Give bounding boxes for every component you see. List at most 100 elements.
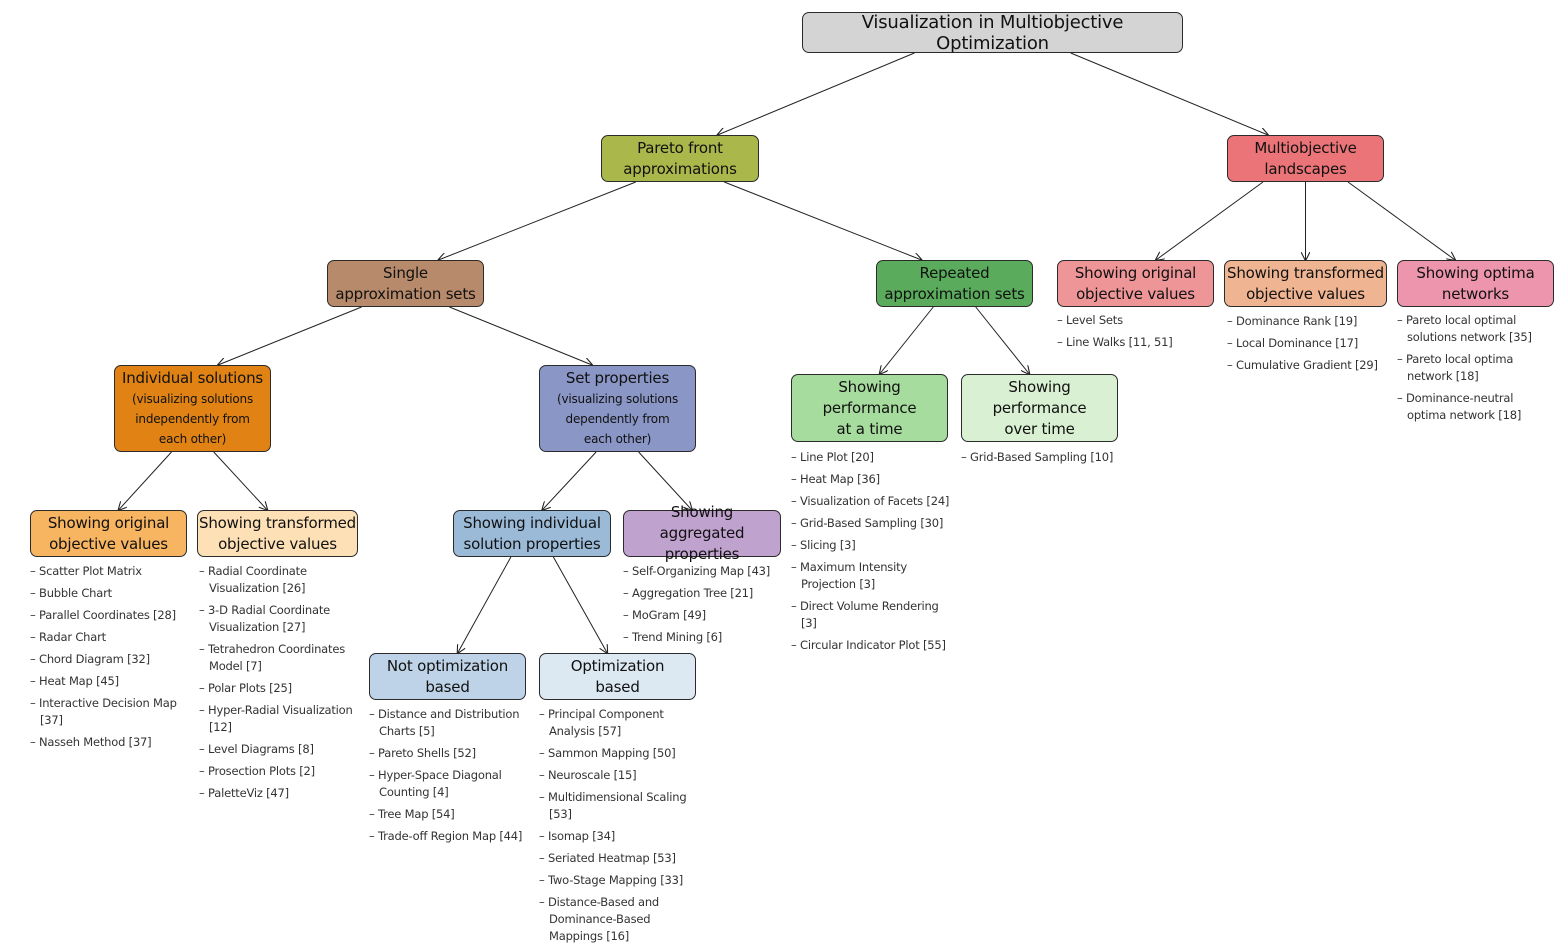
list-item: Hyper-Radial Visualization [12] — [199, 702, 364, 736]
list-item: Trade-off Region Map [44] — [369, 828, 529, 845]
list-item: Hyper-Space Diagonal Counting [4] — [369, 767, 529, 801]
node-single-approximation-sets: Single approximation sets — [327, 260, 484, 307]
list-item: Interactive Decision Map [37] — [30, 695, 190, 729]
list-item: Line Walks [11, 51] — [1057, 334, 1217, 351]
list-item: Cumulative Gradient [29] — [1227, 357, 1392, 374]
node-label: Showing performance at a time — [822, 377, 917, 438]
edge-single-to-individual — [218, 306, 362, 365]
node-label: Repeated approximation sets — [884, 263, 1025, 303]
list-item: Heat Map [45] — [30, 673, 190, 690]
list-sp-aggregated: Self-Organizing Map [43] Aggregation Tree… — [623, 563, 793, 651]
list-item: Pareto local optima network [18] — [1397, 351, 1537, 385]
node-not-optimization-based: Not optimization based — [369, 653, 526, 700]
list-item: Circular Indicator Plot [55] — [791, 637, 956, 654]
node-showing-original-objective-values: Showing original objective values — [30, 510, 187, 557]
node-landscape-showing-original-objective-values: Showing original objective values — [1057, 260, 1214, 307]
list-item: 3-D Radial Coordinate Visualization [27] — [199, 602, 364, 636]
node-sublabel: (visualizing solutions independently fro… — [131, 392, 254, 446]
list-ind-transformed: Radial Coordinate Visualization [26] 3-D … — [199, 563, 364, 807]
list-item: Nasseh Method [37] — [30, 734, 190, 751]
edge-individual-to-ind_transformed — [213, 451, 268, 510]
list-item: Dominance-neutral optima network [18] — [1397, 390, 1537, 424]
list-item: Isomap [34] — [539, 828, 689, 845]
list-performance-at-a-time: Line Plot [20] Heat Map [36] Visualization… — [791, 449, 956, 659]
list-item: Tetrahedron Coordinates Model [7] — [199, 641, 364, 675]
node-label: Showing original objective values — [1074, 263, 1197, 303]
edge-root-to-landscapes — [1070, 52, 1268, 135]
node-label: Not optimization based — [386, 656, 509, 696]
edge-single-to-setprops — [449, 306, 592, 365]
list-landscape-original: Level Sets Line Walks [11, 51] — [1057, 312, 1217, 356]
node-showing-optima-networks: Showing optima networks — [1397, 260, 1554, 307]
edge-repeated-to-perf_at — [880, 306, 934, 374]
list-item: Radial Coordinate Visualization [26] — [199, 563, 364, 597]
node-showing-aggregated-properties: Showing aggregated properties — [623, 503, 781, 563]
node-label: Optimization based — [570, 656, 665, 696]
edge-pareto-to-single — [438, 181, 636, 260]
list-item: Trend Mining [6] — [623, 629, 793, 646]
list-optimization-based: Principal Component Analysis [57] Sammon … — [539, 706, 689, 950]
node-label: Showing aggregated properties — [659, 503, 745, 563]
list-item: Direct Volume Rendering [3] — [791, 598, 956, 632]
list-item: Distance-Based and Dominance-Based Mappi… — [539, 894, 689, 945]
list-item: Parallel Coordinates [28] — [30, 607, 190, 624]
list-optima-networks: Pareto local optimal solutions network [… — [1397, 312, 1537, 429]
list-item: MoGram [49] — [623, 607, 793, 624]
list-item: Chord Diagram [32] — [30, 651, 190, 668]
node-label: Showing transformed objective values — [1227, 263, 1384, 303]
list-item: Pareto local optimal solutions network [… — [1397, 312, 1537, 346]
node-optimization-based: Optimization based — [539, 653, 696, 700]
root-node: Visualization in Multiobjective Optimiza… — [802, 11, 1183, 54]
list-item: Grid-Based Sampling [10] — [961, 449, 1131, 466]
list-item: Two-Stage Mapping [33] — [539, 872, 689, 889]
list-item: Scatter Plot Matrix — [30, 563, 190, 580]
list-item: Slicing [3] — [791, 537, 956, 554]
list-item: Local Dominance [17] — [1227, 335, 1392, 352]
list-item: Maximum Intensity Projection [3] — [791, 559, 956, 593]
list-item: Bubble Chart — [30, 585, 190, 602]
node-label: Individual solutions — [121, 369, 264, 387]
list-item: Multidimensional Scaling [53] — [539, 789, 689, 823]
list-item: Pareto Shells [52] — [369, 745, 529, 762]
root-label: Visualization in Multiobjective Optimiza… — [861, 11, 1124, 54]
list-item: Aggregation Tree [21] — [623, 585, 793, 602]
edge-landscapes-to-ls_networks — [1347, 181, 1455, 260]
node-label: Showing performance over time — [992, 377, 1087, 438]
node-set-properties: Set properties (visualizing solutions de… — [539, 365, 696, 452]
node-label: Showing individual solution properties — [463, 513, 601, 553]
list-item: Neuroscale [15] — [539, 767, 689, 784]
node-label: Showing optima networks — [1416, 263, 1535, 303]
node-showing-transformed-objective-values: Showing transformed objective values — [197, 510, 358, 557]
list-item: Level Diagrams [8] — [199, 741, 364, 758]
node-showing-performance-over-time: Showing performance over time — [961, 374, 1118, 442]
list-item: Line Plot [20] — [791, 449, 956, 466]
edge-repeated-to-perf_over — [975, 306, 1030, 374]
list-not-optimization-based: Distance and Distribution Charts [5] Pare… — [369, 706, 529, 850]
list-ind-original: Scatter Plot Matrix Bubble Chart Parallel … — [30, 563, 190, 756]
list-item: Prosection Plots [2] — [199, 763, 364, 780]
edge-root-to-pareto — [718, 52, 915, 135]
edge-setprops-to-sp_individual — [542, 451, 597, 510]
node-label: Set properties — [565, 369, 670, 387]
node-sublabel: (visualizing solutions dependently from … — [556, 392, 679, 446]
edge-sp_individual-to-opt — [552, 556, 607, 653]
list-item: Polar Plots [25] — [199, 680, 364, 697]
node-label: Pareto front approximations — [623, 138, 737, 178]
list-performance-over-time: Grid-Based Sampling [10] — [961, 449, 1131, 471]
node-showing-individual-solution-properties: Showing individual solution properties — [453, 510, 611, 557]
node-label: Single approximation sets — [335, 263, 476, 303]
list-item: Level Sets — [1057, 312, 1217, 329]
node-label: Showing transformed objective values — [199, 513, 356, 553]
edge-individual-to-ind_original — [119, 451, 172, 510]
list-item: Heat Map [36] — [791, 471, 956, 488]
list-item: Seriated Heatmap [53] — [539, 850, 689, 867]
list-item: Grid-Based Sampling [30] — [791, 515, 956, 532]
edge-pareto-to-repeated — [724, 181, 921, 260]
node-repeated-approximation-sets: Repeated approximation sets — [876, 260, 1033, 307]
list-item: Sammon Mapping [50] — [539, 745, 689, 762]
list-item: Distance and Distribution Charts [5] — [369, 706, 529, 740]
node-multiobjective-landscapes: Multiobjective landscapes — [1227, 135, 1384, 182]
node-label: Showing original objective values — [47, 513, 170, 553]
list-item: Tree Map [54] — [369, 806, 529, 823]
node-individual-solutions: Individual solutions (visualizing soluti… — [114, 365, 271, 452]
